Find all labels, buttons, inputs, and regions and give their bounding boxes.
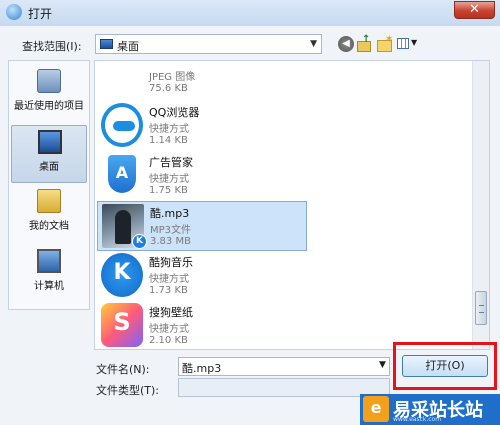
file-type: 快捷方式 — [149, 324, 189, 335]
file-type: JPEG 图像 — [149, 72, 196, 83]
file-type-label: 文件类型(T): — [96, 384, 160, 397]
file-item[interactable]: QQ浏览器 快捷方式 1.14 KB — [97, 101, 307, 151]
file-item-selected[interactable]: K 酷.mp3 MP3文件 3.83 MB — [97, 201, 307, 251]
window-title: 打开 — [28, 7, 53, 21]
watermark: e 易采站长站 www.easck.com — [360, 394, 500, 425]
file-list[interactable]: JPEG 图像 75.6 KB QQ浏览器 快捷方式 1.14 KB A 广告管… — [94, 60, 490, 350]
look-in-label: 查找范围(I): — [22, 40, 82, 53]
file-size: 75.6 KB — [149, 83, 188, 94]
file-name: 搜狗壁纸 — [149, 306, 193, 319]
file-type: 快捷方式 — [149, 274, 189, 285]
look-in-value: 桌面 — [117, 40, 139, 53]
jpeg-thumbnail-icon — [101, 60, 143, 61]
place-computer[interactable]: 计算机 — [11, 245, 87, 303]
file-type-dropdown[interactable] — [178, 378, 390, 397]
recent-icon — [37, 69, 61, 93]
place-recent[interactable]: 最近使用的项目 — [11, 65, 87, 123]
file-type: MP3文件 — [150, 225, 192, 236]
up-arrow-icon: ↑ — [362, 34, 371, 45]
view-grid-icon — [397, 38, 409, 49]
close-button[interactable]: ✕ — [454, 1, 495, 19]
file-size: 1.73 KB — [149, 285, 188, 296]
vertical-scrollbar[interactable] — [472, 61, 489, 349]
file-item[interactable]: A 广告管家 快捷方式 1.75 KB — [97, 151, 307, 201]
file-size: 2.10 KB — [149, 335, 188, 346]
view-menu-button[interactable]: ▼ — [397, 36, 419, 52]
watermark-subtext: www.easck.com — [393, 416, 442, 423]
file-name: 酷狗音乐 — [149, 256, 193, 269]
place-label: 计算机 — [34, 281, 64, 292]
file-size: 1.75 KB — [149, 185, 188, 196]
file-type: 快捷方式 — [149, 124, 189, 135]
file-item[interactable]: JPEG 图像 75.6 KB — [97, 60, 307, 99]
place-label: 桌面 — [39, 162, 59, 173]
places-bar: 最近使用的项目 桌面 我的文档 计算机 — [8, 60, 90, 310]
kugou-mp3-thumbnail-icon: K — [102, 204, 147, 249]
back-button[interactable]: ◀ — [338, 36, 354, 52]
documents-icon — [37, 189, 61, 213]
desktop-icon — [100, 39, 113, 49]
file-size: 1.14 KB — [149, 135, 188, 146]
place-label: 最近使用的项目 — [14, 101, 84, 112]
kugou-badge-icon: K — [132, 234, 147, 249]
up-folder-button[interactable]: ↑ — [356, 34, 372, 52]
scrollbar-thumb[interactable] — [475, 291, 487, 325]
ad-manager-icon: A — [101, 153, 143, 197]
desktop-icon — [38, 130, 62, 154]
app-icon — [6, 4, 22, 20]
chevron-down-icon: ▼ — [310, 39, 317, 49]
place-documents[interactable]: 我的文档 — [11, 185, 87, 243]
open-dialog: 查找范围(I): 桌面 ▼ ◀ ↑ ✶ ▼ 最近使用的项目 桌面 我的文档 计算… — [0, 26, 500, 425]
grip-icon — [479, 305, 484, 313]
highlight-annotation-box — [393, 342, 497, 390]
back-arrow-icon: ◀ — [342, 38, 350, 49]
sparkle-icon: ✶ — [385, 34, 394, 45]
place-desktop[interactable]: 桌面 — [11, 125, 87, 183]
chevron-down-icon[interactable]: ▼ — [379, 360, 386, 370]
look-in-dropdown[interactable]: 桌面 ▼ — [95, 34, 322, 54]
new-folder-button[interactable]: ✶ — [376, 34, 394, 52]
title-bar: 打开 ✕ — [0, 0, 500, 27]
qq-browser-icon — [101, 103, 143, 147]
watermark-logo-icon: e — [363, 396, 389, 422]
file-name-input[interactable]: 酷.mp3 — [178, 357, 390, 376]
file-name: 广告管家 — [149, 156, 193, 169]
file-name-label: 文件名(N): — [96, 363, 150, 376]
file-item[interactable]: K 酷狗音乐 快捷方式 1.73 KB — [97, 251, 307, 301]
computer-icon — [37, 249, 61, 273]
chevron-down-icon: ▼ — [411, 38, 418, 47]
kugou-music-icon: K — [101, 253, 143, 297]
sogou-wallpaper-icon: S — [101, 303, 143, 347]
file-item[interactable]: S 搜狗壁纸 快捷方式 2.10 KB — [97, 301, 307, 349]
file-name: 酷.mp3 — [150, 207, 190, 220]
file-type: 快捷方式 — [149, 174, 189, 185]
file-size: 3.83 MB — [150, 236, 191, 247]
file-name: QQ浏览器 — [149, 106, 200, 119]
place-label: 我的文档 — [29, 221, 69, 232]
